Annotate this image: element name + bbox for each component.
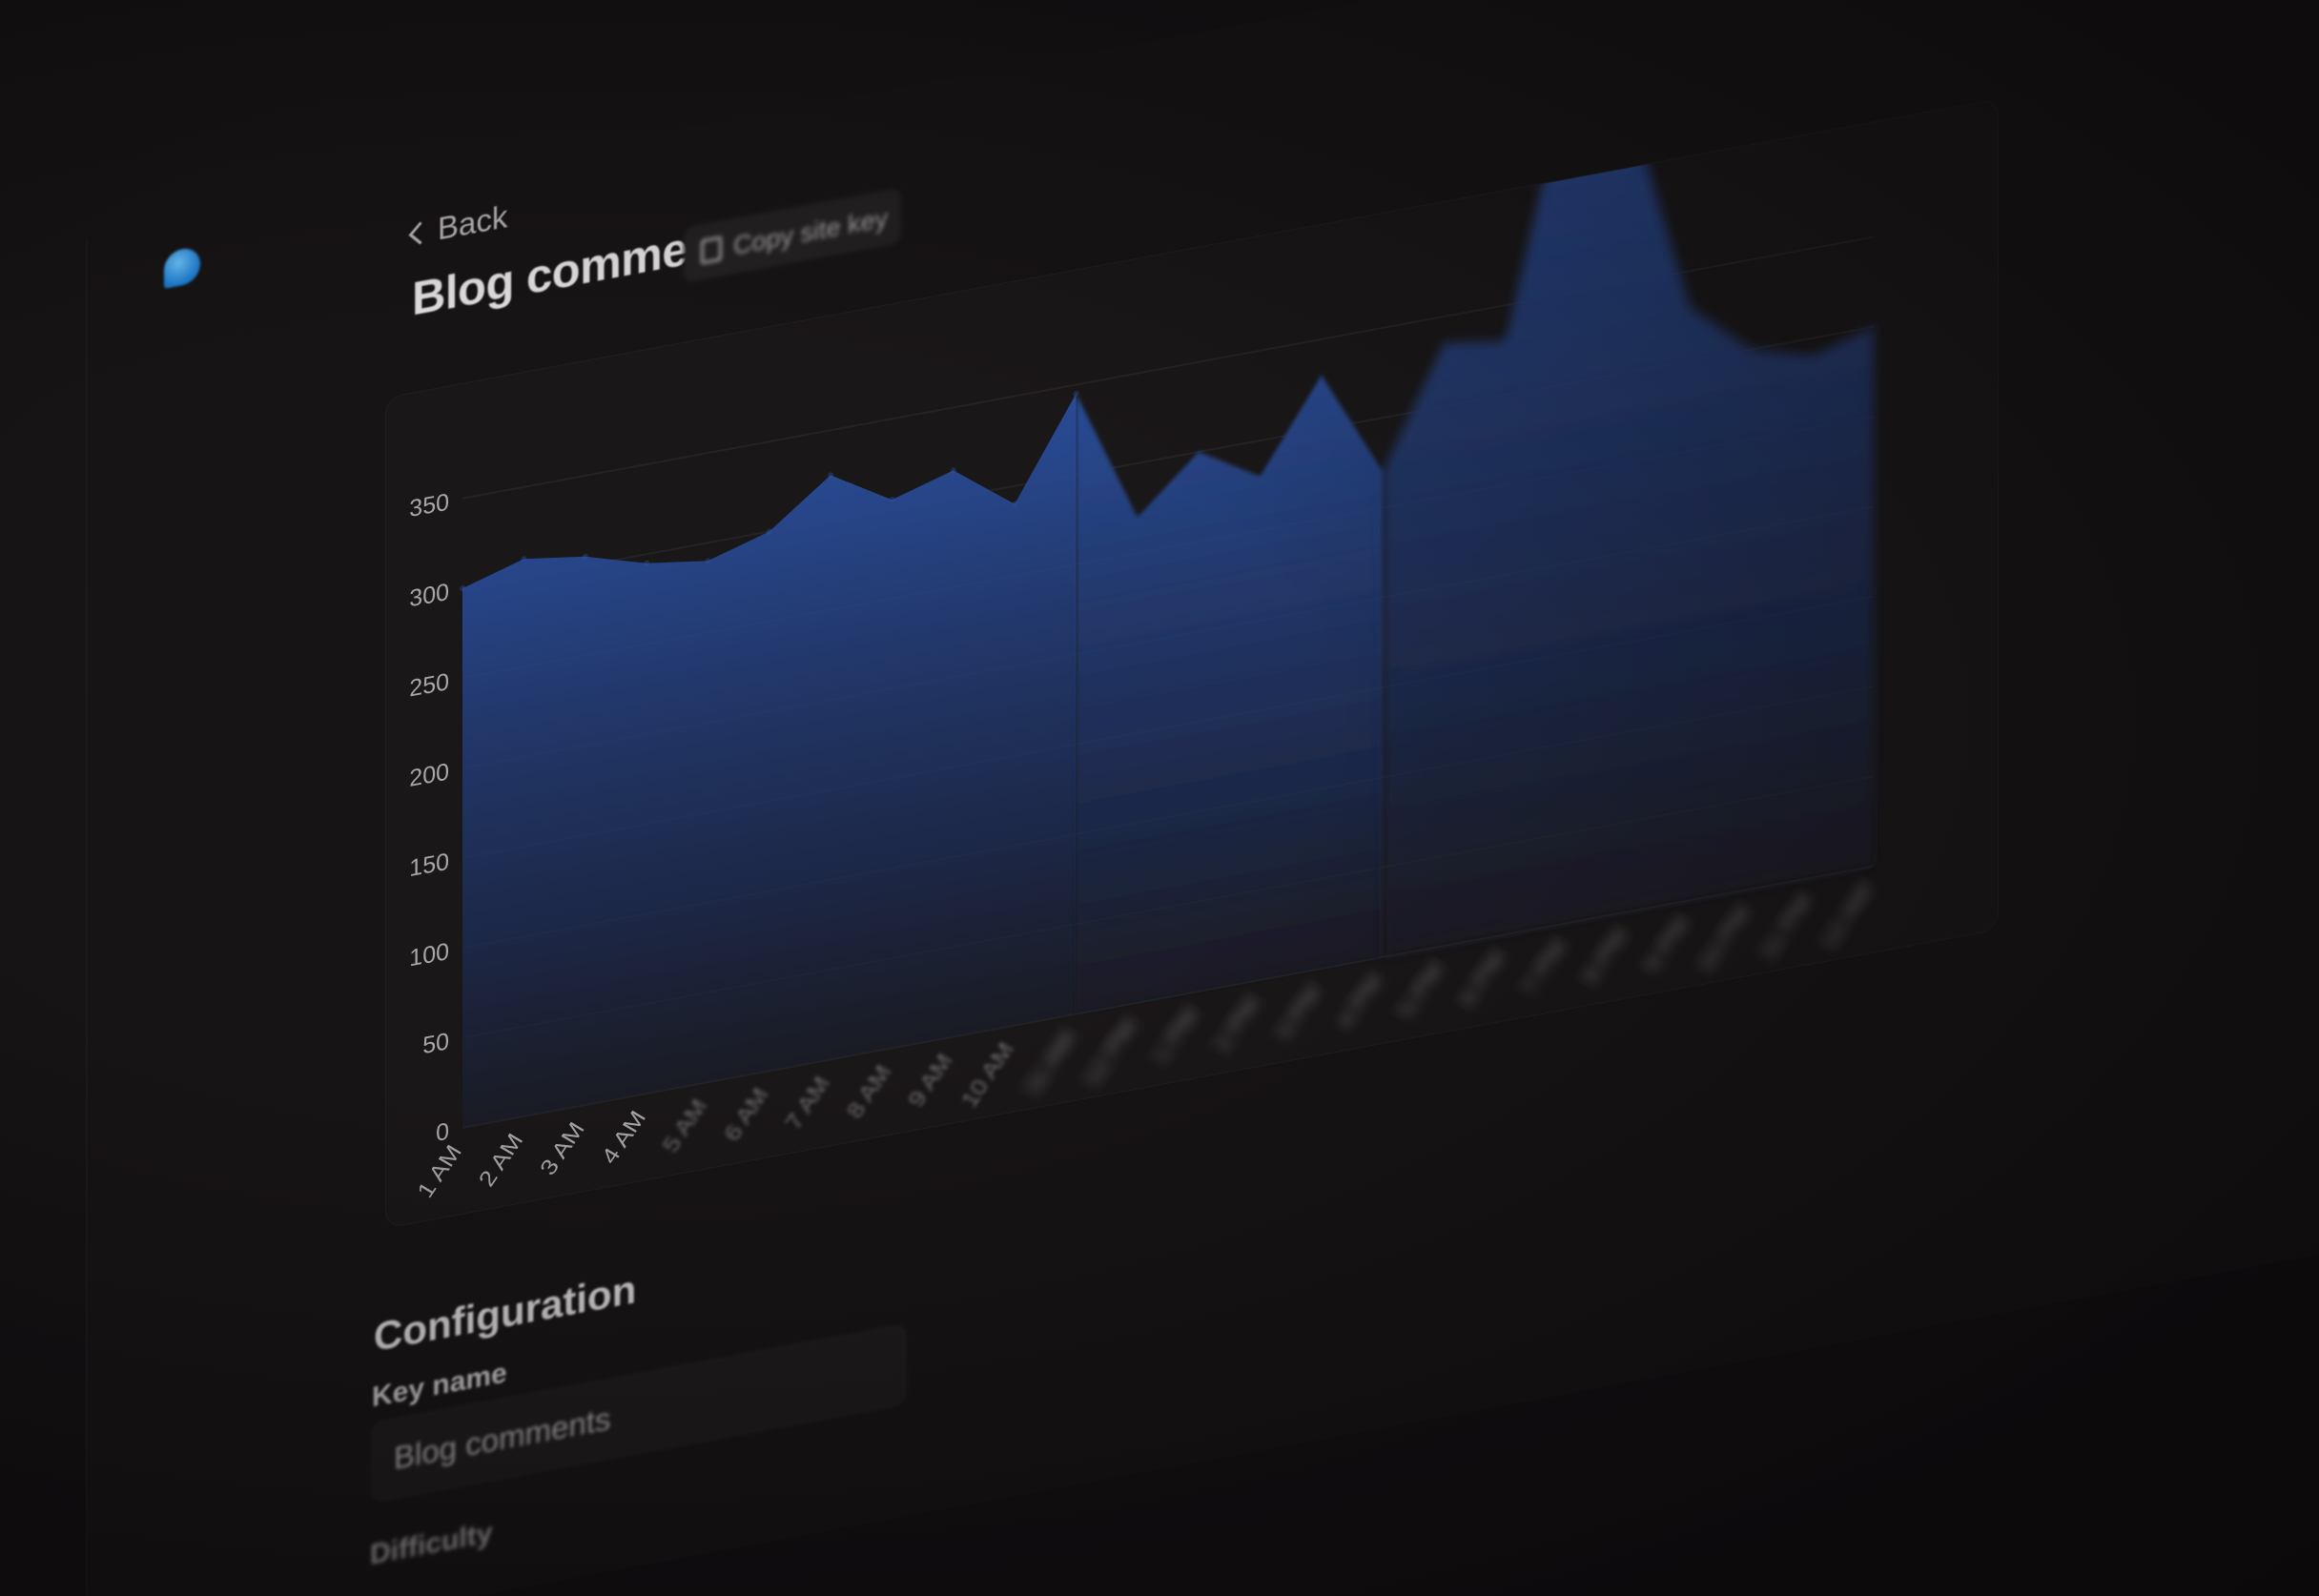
chevron-left-icon bbox=[408, 221, 432, 245]
copy-button-label: Copy site key bbox=[733, 202, 889, 260]
x-tick-label: 8 PM bbox=[1578, 925, 1633, 988]
x-tick-label: 2 PM bbox=[1209, 993, 1264, 1056]
back-label: Back bbox=[438, 198, 508, 247]
copy-icon bbox=[701, 235, 722, 265]
y-axis-ticks: 050100150200250300350 bbox=[409, 489, 449, 1147]
x-tick-label: 9 PM bbox=[1639, 913, 1694, 976]
y-tick-label: 300 bbox=[409, 579, 449, 612]
y-tick-label: 50 bbox=[422, 1028, 449, 1059]
y-tick-label: 200 bbox=[409, 758, 449, 791]
x-tick-label: 2 AM bbox=[474, 1130, 528, 1191]
y-tick-label: 150 bbox=[409, 849, 449, 882]
x-tick-label: 12 AM bbox=[1816, 879, 1878, 952]
back-link[interactable]: Back bbox=[408, 198, 508, 253]
x-tick-label: 11 PM bbox=[1755, 890, 1816, 964]
x-tick-label: 7 PM bbox=[1516, 936, 1571, 999]
y-tick-label: 250 bbox=[409, 668, 449, 702]
x-tick-label: 10 PM bbox=[1693, 902, 1755, 976]
x-tick-label: 5 AM bbox=[658, 1095, 712, 1156]
x-tick-label: 12 PM bbox=[1078, 1015, 1141, 1090]
data-point[interactable] bbox=[1318, 372, 1324, 379]
area-segment-mid bbox=[1076, 375, 1384, 1014]
x-tick-label: 6 AM bbox=[719, 1084, 773, 1145]
x-tick-label: 1 AM bbox=[413, 1141, 467, 1202]
x-tick-label: 6 PM bbox=[1455, 948, 1510, 1011]
area-segment-far bbox=[1383, 99, 1874, 957]
brand-logo-icon[interactable] bbox=[164, 245, 200, 289]
data-point[interactable] bbox=[1871, 323, 1877, 330]
key-name-input[interactable]: Blog comments bbox=[372, 1323, 906, 1504]
x-tick-label: 11 AM bbox=[1019, 1027, 1080, 1098]
configuration-heading: Configuration bbox=[374, 1266, 637, 1361]
area-segment-near bbox=[462, 393, 1077, 1128]
y-tick-label: 100 bbox=[409, 938, 449, 972]
copy-site-key-button[interactable]: Copy site key bbox=[684, 187, 901, 283]
x-tick-label: 7 AM bbox=[781, 1073, 835, 1134]
difficulty-label: Difficulty bbox=[370, 1516, 493, 1571]
x-tick-label: 10 AM bbox=[956, 1038, 1018, 1112]
x-tick-label: 1 PM bbox=[1148, 1004, 1203, 1067]
data-point[interactable] bbox=[1625, 99, 1632, 106]
data-point[interactable] bbox=[1073, 390, 1079, 398]
x-tick-label: 8 AM bbox=[842, 1061, 896, 1122]
y-tick-label: 350 bbox=[409, 489, 449, 522]
x-tick-label: 9 AM bbox=[904, 1050, 958, 1111]
x-tick-label: 4 AM bbox=[597, 1107, 651, 1168]
scene: Back Blog comments Copy site key 0 50 10… bbox=[0, 0, 2319, 1596]
x-tick-label: 4 PM bbox=[1332, 971, 1387, 1033]
x-tick-label: 3 PM bbox=[1271, 982, 1326, 1045]
x-tick-label: 3 AM bbox=[535, 1118, 589, 1179]
app-window: Back Blog comments Copy site key 0 50 10… bbox=[86, 0, 2319, 1596]
x-tick-label: 5 PM bbox=[1393, 959, 1448, 1022]
